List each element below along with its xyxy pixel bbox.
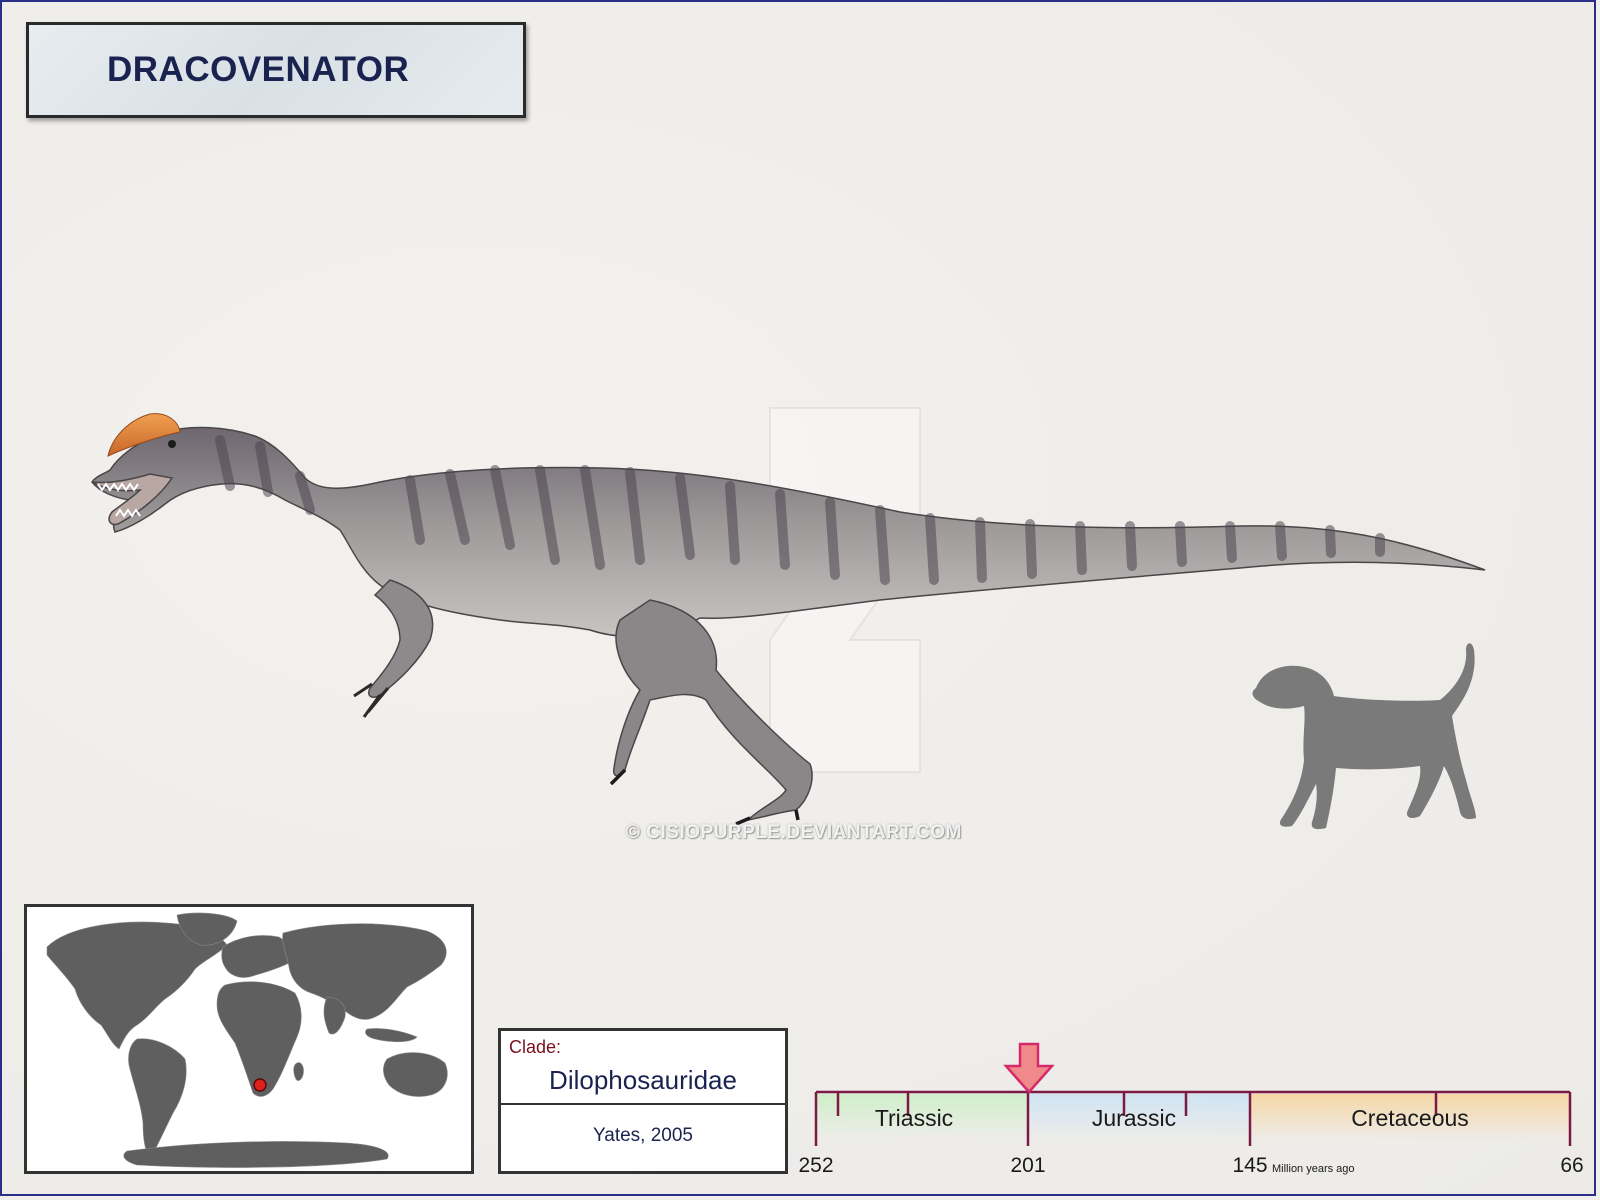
tick-label-201: 201 <box>1010 1154 1045 1177</box>
time-marker-arrow <box>1003 1042 1055 1094</box>
continents <box>46 912 448 1168</box>
australia-shape <box>383 1052 448 1097</box>
clade-divider <box>501 1103 785 1105</box>
timeline-unit: Million years ago <box>1272 1163 1355 1175</box>
geologic-timeline: Triassic Jurassic Cretaceous 252 201 145… <box>798 1042 1584 1177</box>
clade-author: Yates, 2005 <box>592 1125 693 1146</box>
tick-label-66: 66 <box>1560 1154 1583 1177</box>
antarctica-shape <box>123 1141 389 1168</box>
period-cretaceous: Cretaceous <box>1351 1105 1469 1131</box>
south-america-shape <box>128 1038 187 1158</box>
tick-label-252: 252 <box>798 1154 833 1177</box>
dog-silhouette-scale <box>1252 643 1476 830</box>
clade-panel: Clade: Dilophosauridae Yates, 2005 <box>498 1028 788 1174</box>
clade-label: Clade: <box>509 1037 562 1057</box>
watermark-text: © CISIOPURPLE.DEVIANTART.COM <box>626 822 962 843</box>
dinosaur-eye <box>168 440 176 448</box>
distribution-map <box>24 904 474 1174</box>
world-map <box>46 912 448 1168</box>
period-jurassic: Jurassic <box>1092 1105 1176 1131</box>
tick-label-145: 145 <box>1232 1154 1267 1177</box>
asia-shape <box>282 923 447 1020</box>
fossil-location-marker <box>253 1078 267 1092</box>
clade-name: Dilophosauridae <box>549 1065 737 1095</box>
indonesia-shape <box>365 1028 418 1043</box>
period-triassic: Triassic <box>875 1105 953 1131</box>
europe-shape <box>221 935 292 978</box>
madagascar-shape <box>293 1062 304 1081</box>
